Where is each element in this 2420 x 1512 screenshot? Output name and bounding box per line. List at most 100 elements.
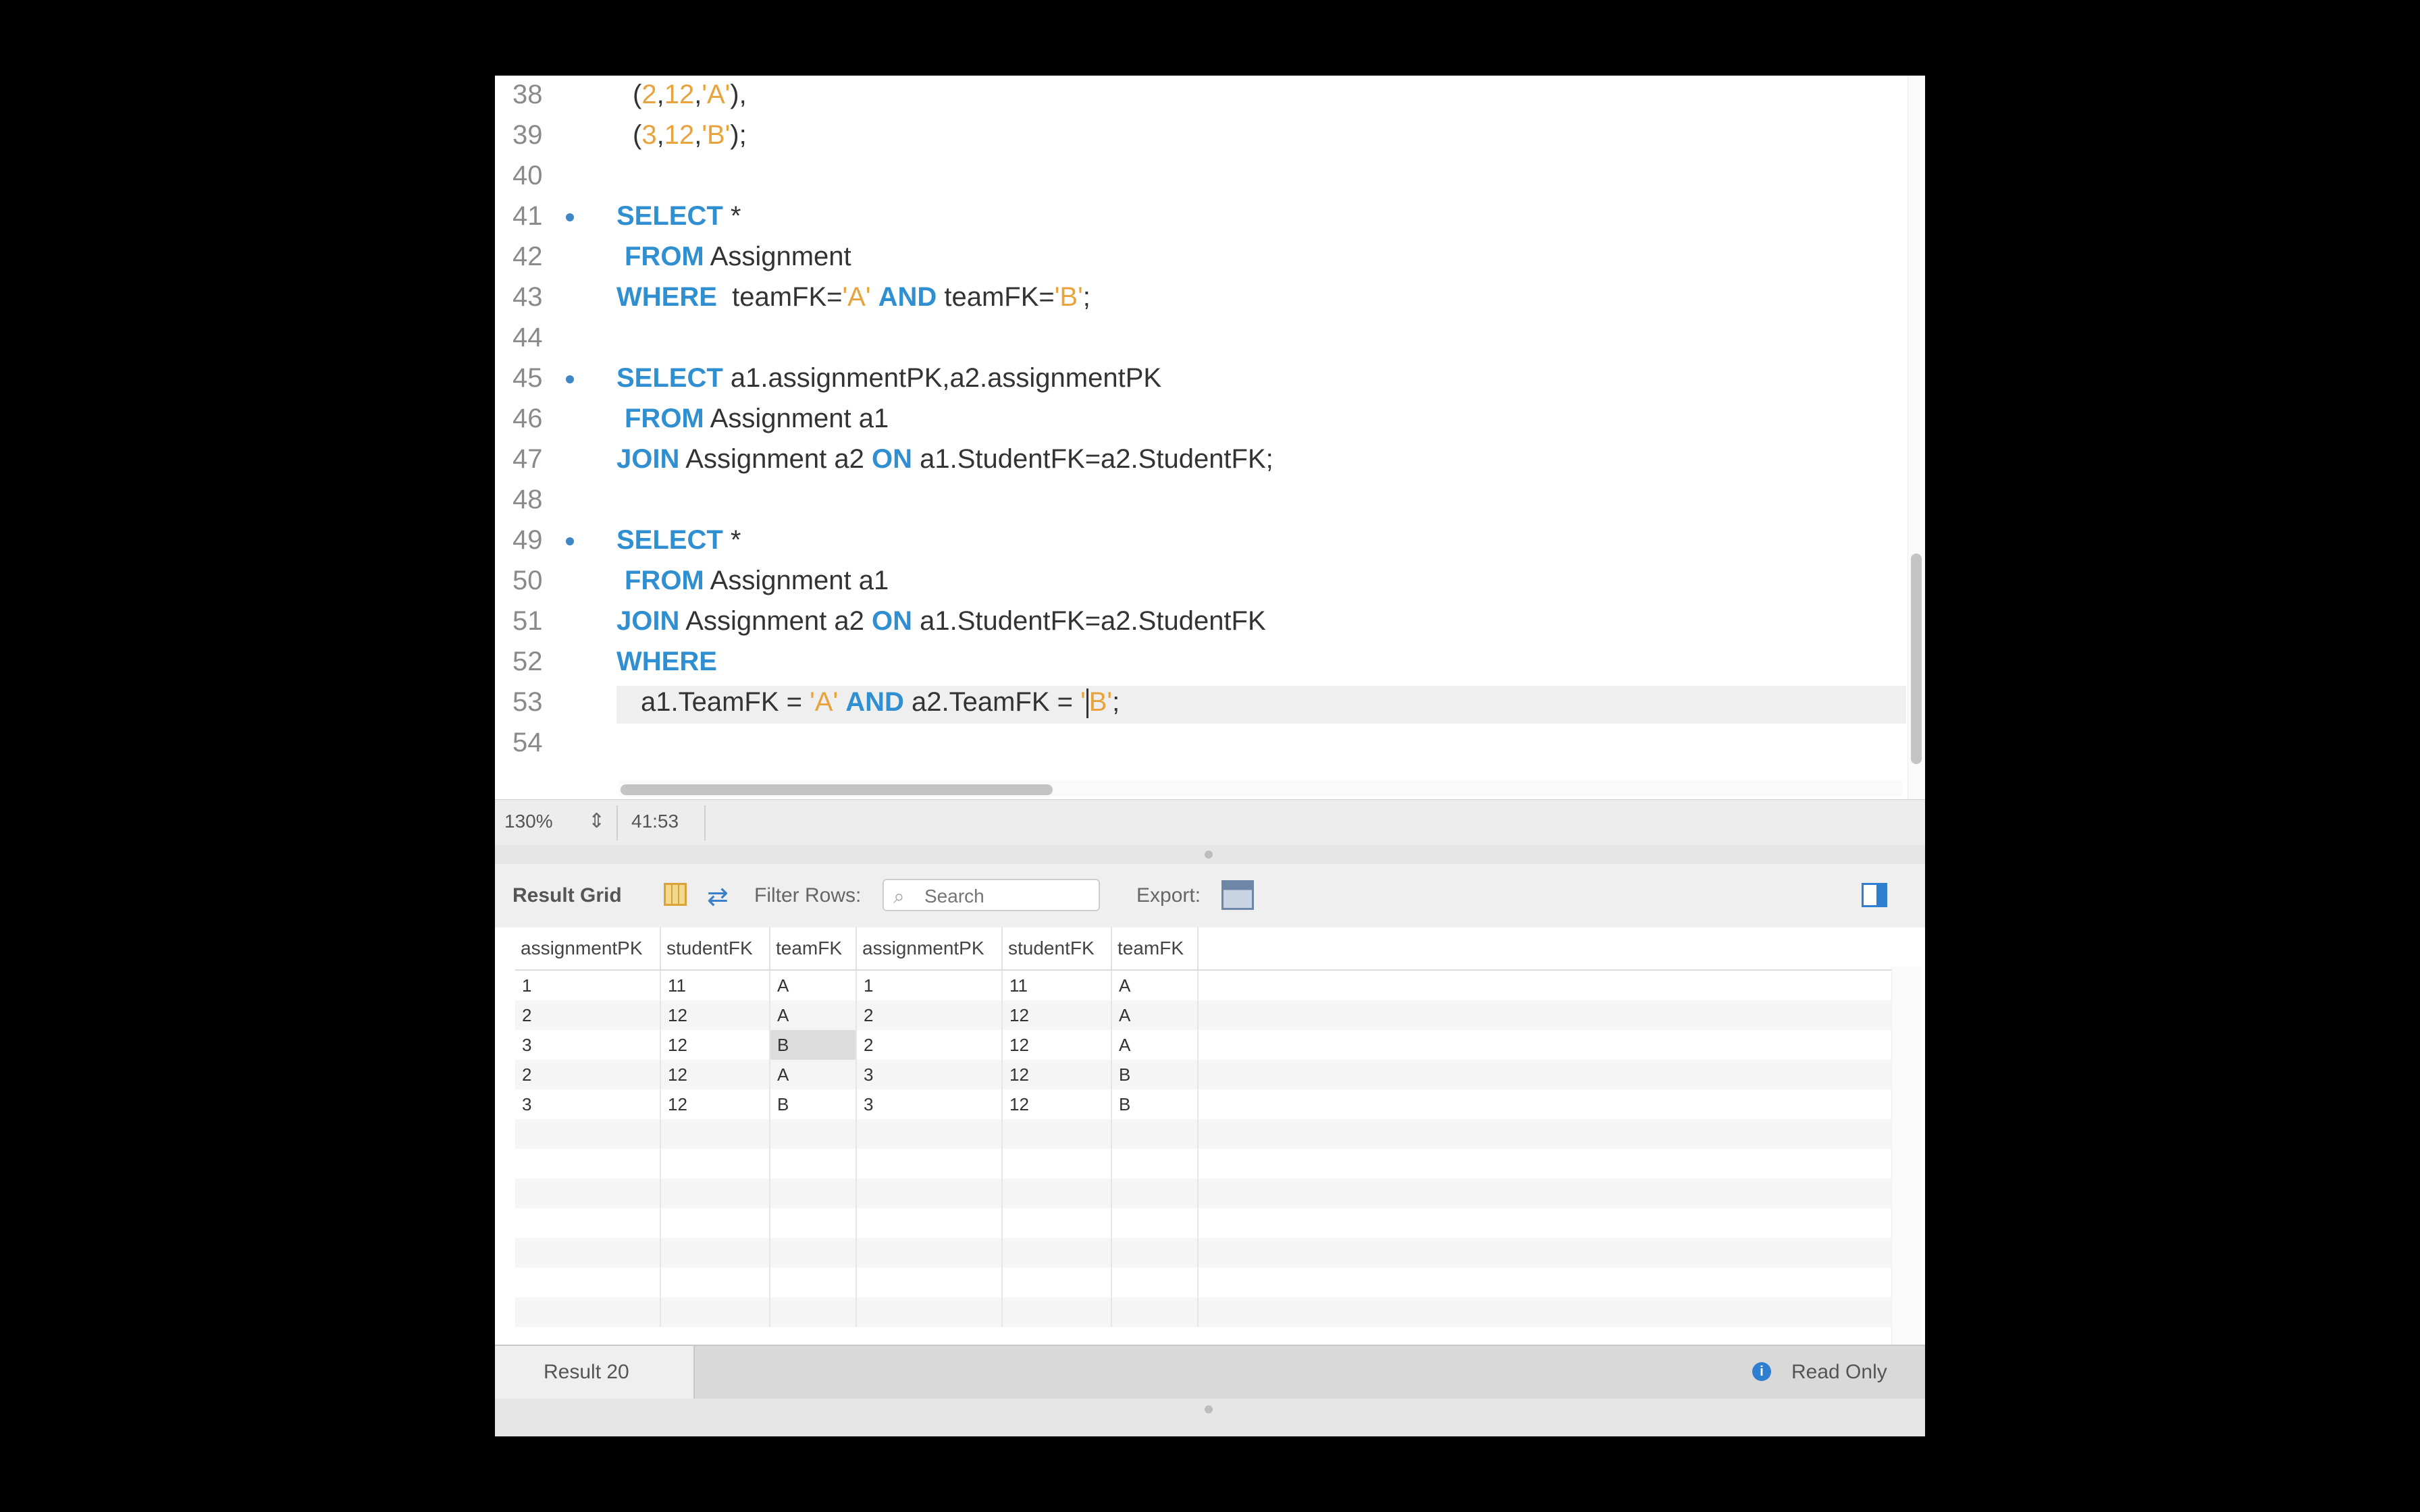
table-cell[interactable] [857,1297,1003,1327]
code-line[interactable]: 49 SELECT * [495,520,1906,560]
table-cell[interactable] [857,1268,1003,1297]
table-cell[interactable] [1112,1297,1199,1327]
splitter-handle-icon[interactable] [1205,850,1213,859]
table-cell[interactable] [661,1268,770,1297]
table-cell[interactable]: 3 [515,1030,661,1060]
grid-vertical-scrollbar[interactable] [1891,967,1922,1399]
table-cell[interactable]: 2 [857,1030,1003,1060]
table-cell[interactable] [515,1297,661,1327]
table-row[interactable] [515,1297,1899,1327]
table-cell[interactable] [1112,1149,1199,1179]
toggle-panel-icon[interactable] [1862,883,1887,907]
table-cell[interactable] [857,1238,1003,1268]
code-line[interactable]: 51 JOIN Assignment a2 ON a1.StudentFK=a2.… [495,601,1906,641]
column-header[interactable]: teamFK [1112,927,1199,969]
table-cell[interactable] [1003,1179,1112,1208]
table-row[interactable] [515,1149,1899,1179]
table-cell[interactable]: 11 [661,971,770,1000]
table-cell[interactable]: 2 [515,1060,661,1089]
vertical-scroll-thumb[interactable] [1911,554,1922,764]
table-cell[interactable] [515,1238,661,1268]
table-cell[interactable] [857,1208,1003,1238]
table-cell[interactable] [1112,1238,1199,1268]
statement-marker-icon[interactable] [566,537,574,545]
table-cell[interactable]: 12 [1003,1060,1112,1089]
table-cell[interactable]: A [770,971,857,1000]
tab-result-20[interactable]: Result 20 [495,1346,695,1400]
table-cell[interactable]: 12 [661,1030,770,1060]
table-cell[interactable] [661,1119,770,1149]
table-cell[interactable]: B [770,1089,857,1119]
refresh-icon[interactable]: ⇄ [707,882,729,912]
table-cell[interactable] [1112,1268,1199,1297]
table-cell[interactable] [1003,1208,1112,1238]
code-line[interactable]: 45 SELECT a1.assignmentPK,a2.assignmentPK [495,358,1906,398]
code-line[interactable]: 42 FROM Assignment [495,236,1906,277]
column-header[interactable]: teamFK [770,927,857,969]
table-row[interactable] [515,1119,1899,1149]
table-cell[interactable] [515,1149,661,1179]
table-cell[interactable]: 3 [515,1089,661,1119]
table-row[interactable]: 3 12 B 2 12 A [515,1030,1899,1060]
grid-view-icon[interactable] [664,883,687,906]
table-cell[interactable]: A [1112,971,1199,1000]
table-row[interactable] [515,1179,1899,1208]
table-cell[interactable] [770,1149,857,1179]
table-cell[interactable]: 1 [515,971,661,1000]
zoom-stepper-icon[interactable]: ⇕ [588,809,605,833]
table-cell[interactable]: 12 [1003,1030,1112,1060]
code-line[interactable]: 53 a1.TeamFK = 'A' AND a2.TeamFK = ' B'; [495,682,1906,722]
table-row[interactable]: 1 11 A 1 11 A [515,971,1899,1000]
table-cell[interactable]: 12 [661,1089,770,1119]
table-cell[interactable]: 12 [661,1000,770,1030]
table-cell[interactable] [770,1297,857,1327]
code-line[interactable]: 41 SELECT * [495,196,1906,236]
column-header[interactable]: assignmentPK [857,927,1003,969]
code-line[interactable]: 48 [495,479,1906,520]
table-row[interactable]: 2 12 A 2 12 A [515,1000,1899,1030]
table-cell[interactable] [515,1268,661,1297]
column-header[interactable]: studentFK [1003,927,1112,969]
table-cell[interactable] [1003,1297,1112,1327]
code-line[interactable]: 43 WHERE teamFK='A' AND teamFK='B'; [495,277,1906,317]
export-icon[interactable] [1221,880,1254,910]
table-row[interactable]: 3 12 B 3 12 B [515,1089,1899,1119]
table-cell[interactable] [515,1179,661,1208]
table-cell[interactable] [857,1179,1003,1208]
table-cell[interactable] [770,1238,857,1268]
table-cell[interactable] [770,1208,857,1238]
table-cell[interactable] [857,1149,1003,1179]
table-cell[interactable]: 12 [1003,1089,1112,1119]
table-cell[interactable] [515,1208,661,1238]
table-cell[interactable] [770,1119,857,1149]
table-cell[interactable]: 12 [661,1060,770,1089]
table-cell[interactable]: B [770,1030,857,1060]
table-cell[interactable]: A [1112,1000,1199,1030]
code-line[interactable]: 52 WHERE [495,641,1906,682]
table-cell[interactable] [1112,1179,1199,1208]
table-cell[interactable]: 3 [857,1060,1003,1089]
table-row[interactable] [515,1268,1899,1297]
table-cell[interactable] [661,1149,770,1179]
code-line[interactable]: 47 JOIN Assignment a2 ON a1.StudentFK=a2.… [495,439,1906,479]
result-grid[interactable]: assignmentPK studentFK teamFK assignmentPK s… [495,927,1925,1393]
statement-marker-icon[interactable] [566,213,574,221]
table-cell[interactable]: 2 [515,1000,661,1030]
code-line[interactable]: 38 (2,12,'A'), [495,76,1906,115]
table-cell[interactable]: 2 [857,1000,1003,1030]
table-cell[interactable] [857,1119,1003,1149]
code-line[interactable]: 40 [495,155,1906,196]
panel-splitter[interactable] [495,845,1925,864]
table-cell[interactable] [770,1268,857,1297]
column-header[interactable]: studentFK [661,927,770,969]
table-cell[interactable] [1003,1238,1112,1268]
table-cell[interactable] [515,1119,661,1149]
code-line[interactable]: 50 FROM Assignment a1 [495,560,1906,601]
table-cell[interactable] [1003,1119,1112,1149]
table-cell[interactable]: A [770,1060,857,1089]
table-cell[interactable] [1112,1208,1199,1238]
table-cell[interactable] [1112,1119,1199,1149]
search-input[interactable] [923,884,1095,909]
table-cell[interactable] [661,1208,770,1238]
table-cell[interactable]: 11 [1003,971,1112,1000]
